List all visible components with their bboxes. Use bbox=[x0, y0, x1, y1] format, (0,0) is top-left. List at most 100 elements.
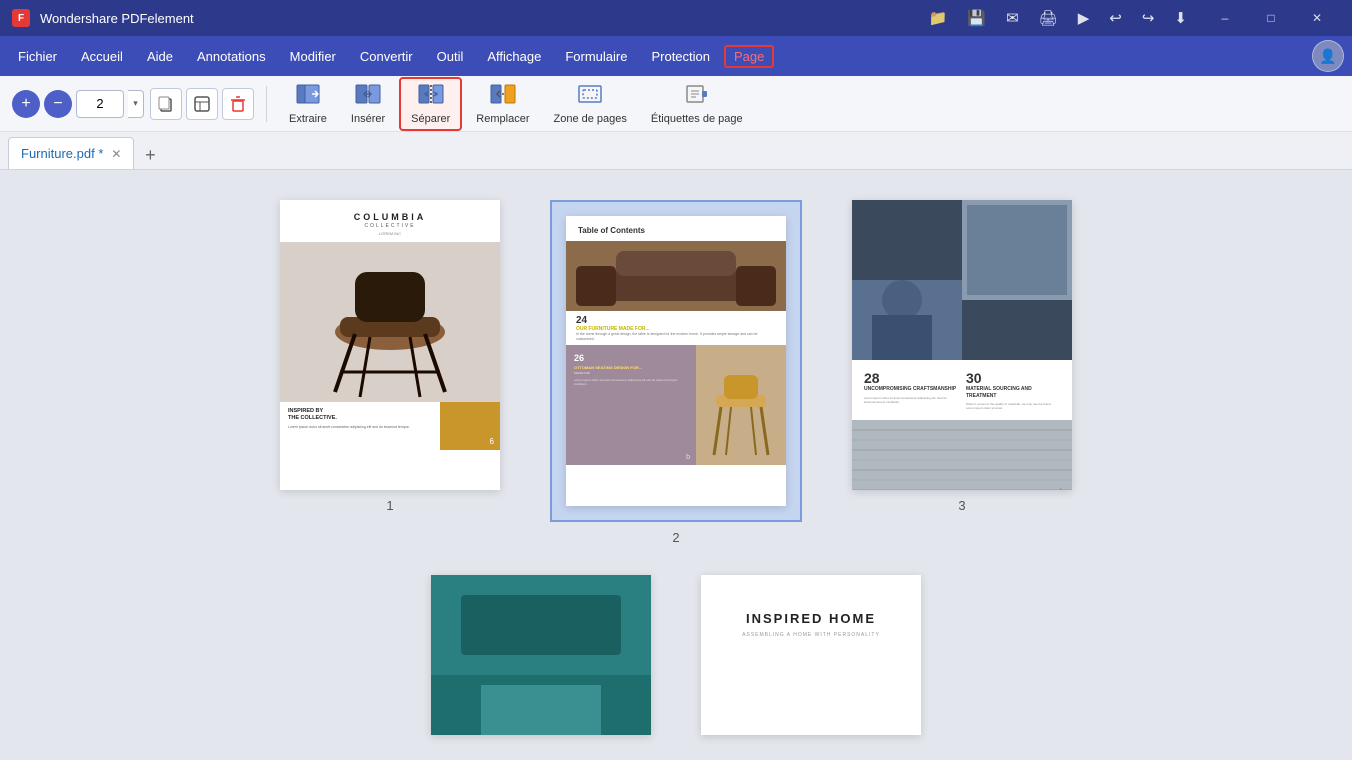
page-1-footer: INSPIRED BYTHE COLLECTIVE. Lorem ipsum d… bbox=[280, 402, 500, 450]
page-3-col2: 30 MATERIAL SOURCING AND TREATMENT When … bbox=[966, 370, 1060, 410]
user-avatar[interactable]: 👤 bbox=[1312, 40, 1344, 72]
document-tab[interactable]: Furniture.pdf * ✕ bbox=[8, 137, 134, 169]
page-5-thumbnail[interactable]: INSPIRED HOME ASSEMBLING A HOME WITH PER… bbox=[701, 575, 921, 735]
page-3-text: 28 UNCOMPROMISING CRAFTSMANSHIP Lorem ip… bbox=[852, 360, 1072, 420]
page-1-brand: LOREM INC bbox=[280, 231, 500, 236]
app-logo: F bbox=[12, 9, 30, 27]
page-1-desc: Lorem ipsum dolor sit amet consectetur a… bbox=[288, 425, 432, 430]
inserer-button[interactable]: Insérer bbox=[341, 79, 395, 129]
page-2-entry-2-sub: MADE FOR bbox=[574, 371, 688, 375]
copy-delete-group bbox=[150, 88, 254, 120]
user-area: 👤 bbox=[1312, 40, 1344, 72]
page-2-entry-2-desc: Lorem ipsum dolor sit amet consectetur a… bbox=[574, 378, 688, 386]
open-icon[interactable]: 📁 bbox=[924, 7, 953, 29]
page-number-input[interactable] bbox=[76, 90, 124, 118]
page-5-subtitle: ASSEMBLING A HOME WITH PERSONALITY bbox=[721, 632, 901, 638]
page-thumb-5: INSPIRED HOME ASSEMBLING A HOME WITH PER… bbox=[701, 575, 921, 735]
page-3-num1: 28 bbox=[864, 370, 958, 386]
delete-button[interactable] bbox=[222, 88, 254, 120]
menu-bar: Fichier Accueil Aide Annotations Modifie… bbox=[0, 36, 1352, 76]
remplacer-button[interactable]: Remplacer bbox=[466, 79, 539, 129]
content-area: COLUMBIA COLLECTIVE LOREM INC bbox=[0, 170, 1352, 760]
copy-button-2[interactable] bbox=[186, 88, 218, 120]
copy-button-1[interactable] bbox=[150, 88, 182, 120]
add-page-button[interactable]: + bbox=[12, 90, 40, 118]
separer-icon bbox=[418, 83, 444, 111]
etiquettes-icon bbox=[684, 83, 710, 111]
toolbar: + − ▾ bbox=[0, 76, 1352, 132]
maximize-button[interactable]: □ bbox=[1248, 0, 1294, 36]
zone-icon bbox=[577, 83, 603, 111]
remove-page-button[interactable]: − bbox=[44, 90, 72, 118]
page-3-desc2: When it comes to the quality of material… bbox=[966, 402, 1060, 410]
page-2-entry-1-desc: In the home through a great design, the … bbox=[576, 332, 776, 341]
page-4-thumbnail[interactable] bbox=[431, 575, 651, 735]
tab-filename: Furniture.pdf * bbox=[21, 146, 103, 161]
extraire-label: Extraire bbox=[289, 113, 327, 125]
page-2-thumbnail[interactable]: Table of Contents bbox=[566, 216, 786, 506]
page-1-collective: COLLECTIVE bbox=[280, 223, 500, 229]
page-3-num2: 30 bbox=[966, 370, 1060, 386]
menu-convertir[interactable]: Convertir bbox=[350, 45, 423, 68]
page-nav-group: + − ▾ bbox=[12, 90, 144, 118]
page-3-top bbox=[852, 200, 1072, 360]
page-1-gold-block: 6 bbox=[440, 402, 500, 450]
menu-fichier[interactable]: Fichier bbox=[8, 45, 67, 68]
page-1-thumbnail[interactable]: COLUMBIA COLLECTIVE LOREM INC bbox=[280, 200, 500, 490]
run-icon[interactable]: ▶ bbox=[1073, 7, 1095, 29]
page-2-entry-2-num: 26 bbox=[574, 353, 688, 363]
separer-button[interactable]: Séparer bbox=[399, 77, 462, 131]
menu-modifier[interactable]: Modifier bbox=[280, 45, 346, 68]
menu-affichage[interactable]: Affichage bbox=[477, 45, 551, 68]
zone-label: Zone de pages bbox=[553, 113, 626, 125]
menu-protection[interactable]: Protection bbox=[641, 45, 720, 68]
page-1-header: COLUMBIA COLLECTIVE LOREM INC bbox=[280, 200, 500, 242]
etiquettes-button[interactable]: Étiquettes de page bbox=[641, 79, 753, 129]
page-3-thumbnail[interactable]: 28 UNCOMPROMISING CRAFTSMANSHIP Lorem ip… bbox=[852, 200, 1072, 490]
page-3-col1: 28 UNCOMPROMISING CRAFTSMANSHIP Lorem ip… bbox=[864, 370, 958, 410]
menu-formulaire[interactable]: Formulaire bbox=[555, 45, 637, 68]
page-2-bottom-right bbox=[696, 345, 786, 465]
extraire-button[interactable]: Extraire bbox=[279, 79, 337, 129]
add-tab-button[interactable]: + bbox=[136, 141, 164, 169]
window-controls: – □ ✕ bbox=[1202, 0, 1340, 36]
menu-annotations[interactable]: Annotations bbox=[187, 45, 276, 68]
page-2-selected-wrapper: Table of Contents bbox=[550, 200, 802, 522]
mail-icon[interactable]: ✉ bbox=[1001, 7, 1024, 29]
remplacer-label: Remplacer bbox=[476, 113, 529, 125]
download-icon[interactable]: ⬇ bbox=[1169, 7, 1192, 29]
page-5-title: INSPIRED HOME bbox=[721, 611, 901, 626]
page-thumb-2: Table of Contents bbox=[550, 200, 802, 545]
page-3-title1: UNCOMPROMISING CRAFTSMANSHIP bbox=[864, 386, 958, 393]
page-3-desc1: Lorem ipsum dolor sit amet consectetur a… bbox=[864, 396, 958, 404]
page-1-number: 1 bbox=[386, 498, 393, 513]
page-5-content: INSPIRED HOME ASSEMBLING A HOME WITH PER… bbox=[701, 575, 921, 658]
redo-icon[interactable]: ↪ bbox=[1137, 7, 1160, 29]
etiquettes-label: Étiquettes de page bbox=[651, 113, 743, 125]
menu-outil[interactable]: Outil bbox=[427, 45, 474, 68]
inserer-icon bbox=[355, 83, 381, 111]
page-2-bottom: 26 OTTOMAN SEATING DESIGN FOR... MADE FO… bbox=[566, 345, 786, 465]
page-2-number: 2 bbox=[672, 530, 679, 545]
menu-accueil[interactable]: Accueil bbox=[71, 45, 133, 68]
separer-label: Séparer bbox=[411, 113, 450, 125]
page-row-1: COLUMBIA COLLECTIVE LOREM INC bbox=[40, 200, 1312, 545]
print-icon[interactable]: 🖨 bbox=[1034, 7, 1063, 29]
tab-close-button[interactable]: ✕ bbox=[111, 147, 121, 161]
page-dropdown[interactable]: ▾ bbox=[128, 90, 144, 118]
minimize-button[interactable]: – bbox=[1202, 0, 1248, 36]
page-1-title: COLUMBIA bbox=[280, 212, 500, 222]
save-icon[interactable]: 💾 bbox=[962, 7, 991, 29]
inserer-label: Insérer bbox=[351, 113, 385, 125]
menu-aide[interactable]: Aide bbox=[137, 45, 183, 68]
page-3-number: 3 bbox=[958, 498, 965, 513]
page-2-bottom-left: 26 OTTOMAN SEATING DESIGN FOR... MADE FO… bbox=[566, 345, 696, 465]
page-2-header: Table of Contents bbox=[566, 216, 786, 241]
page-tools-group: Extraire Insérer bbox=[279, 77, 753, 131]
menu-page[interactable]: Page bbox=[724, 45, 774, 68]
zone-button[interactable]: Zone de pages bbox=[543, 79, 636, 129]
page-3-content: 28 UNCOMPROMISING CRAFTSMANSHIP Lorem ip… bbox=[852, 200, 1072, 490]
undo-icon[interactable]: ↩ bbox=[1104, 7, 1127, 29]
remplacer-icon bbox=[490, 83, 516, 111]
close-button[interactable]: ✕ bbox=[1294, 0, 1340, 36]
